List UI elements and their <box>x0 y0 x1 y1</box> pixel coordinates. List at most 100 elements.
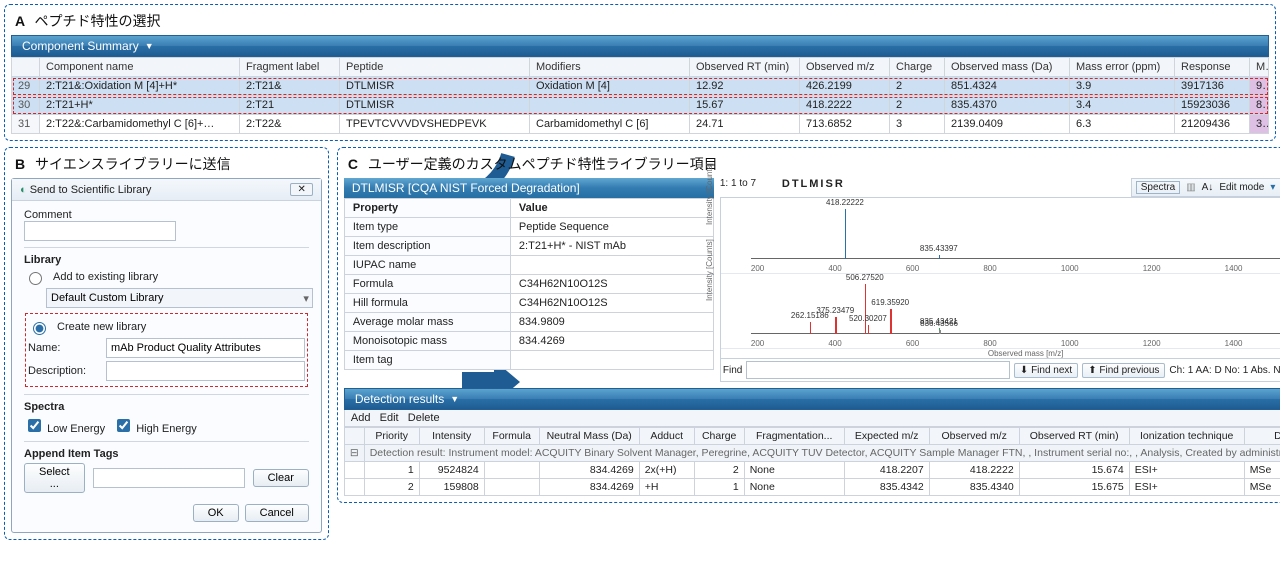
col-header[interactable] <box>12 58 40 77</box>
property-row: Item description2:T21+H* - NIST mAb <box>344 237 713 256</box>
col-header[interactable]: Fragmentation... <box>744 428 844 445</box>
comment-input[interactable] <box>24 221 176 241</box>
find-next-button[interactable]: ⬇ Find next <box>1014 363 1078 378</box>
dropdown-icon: ▼ <box>450 394 459 404</box>
find-tags: Ch: 1 AA: D No: 1 Abs. No.: 1 Sel: 7 <box>1169 365 1280 376</box>
col-header[interactable]: Modifiers <box>530 58 690 77</box>
col-header[interactable]: Observed m/z <box>929 428 1019 445</box>
col-header[interactable]: Formula <box>484 428 539 445</box>
panel-a-label: A <box>15 13 25 29</box>
col-header[interactable]: Expected m/z <box>844 428 929 445</box>
add-existing-radio[interactable] <box>29 272 42 285</box>
find-input[interactable] <box>746 361 1010 379</box>
panel-a-title: ペプチド特性の選択 <box>34 13 160 29</box>
col-header[interactable]: Fragment label <box>240 58 340 77</box>
col-header[interactable]: Observed m/z <box>800 58 890 77</box>
find-prev-button[interactable]: ⬆ Find previous <box>1082 363 1165 378</box>
select-tags-button[interactable]: Select ... <box>24 463 85 493</box>
component-summary-table: Component nameFragment labelPeptideModif… <box>11 57 1269 134</box>
col-header[interactable]: Observed RT (min) <box>1019 428 1129 445</box>
existing-library-select[interactable] <box>46 288 313 308</box>
delete-button[interactable]: Delete <box>408 412 440 424</box>
clear-tags-button[interactable]: Clear <box>253 469 309 487</box>
low-energy-check[interactable] <box>28 419 41 432</box>
col-header[interactable]: Ionization technique <box>1129 428 1244 445</box>
description-label: Description: <box>28 365 98 377</box>
panel-c: C ユーザー定義のカスタムペプチド特性ライブラリー項目 DTLMISR [CQA… <box>337 147 1280 503</box>
detection-meta-row: ⊟Detection result: Instrument model: ACQ… <box>344 445 1280 462</box>
edit-mode-label[interactable]: Edit mode <box>1219 182 1264 193</box>
library-item-bar: DTLMISR [CQA NIST Forced Degradation] <box>344 178 714 198</box>
panel-c-label: C <box>348 156 358 172</box>
detection-results-label: Detection results <box>355 392 444 406</box>
table-row[interactable]: 292:T21&:Oxidation M [4]+H*2:T21&DTLMISR… <box>12 77 1269 96</box>
globe-icon: ◐ <box>20 184 27 196</box>
create-new-radio[interactable] <box>33 322 46 335</box>
col-header[interactable]: Matched 1st Gen Primary Ions <box>1250 58 1269 77</box>
panel-c-title: ユーザー定義のカスタムペプチド特性ライブラリー項目 <box>368 156 718 172</box>
append-tags-label: Append Item Tags <box>24 448 309 460</box>
property-header: PropertyValue <box>344 199 713 218</box>
low-energy-label: Low Energy <box>47 423 105 435</box>
library-name-input[interactable] <box>106 338 305 358</box>
send-to-library-dialog: ◐ Send to Scientific Library ✕ Comment L… <box>11 178 322 533</box>
col-header[interactable]: Adduct <box>639 428 694 445</box>
library-desc-input[interactable] <box>106 361 305 381</box>
property-row: Item typePeptide Sequence <box>344 218 713 237</box>
col-header[interactable]: Mass error (ppm) <box>1070 58 1175 77</box>
col-header[interactable]: Neutral Mass (Da) <box>539 428 639 445</box>
col-header[interactable]: Component name <box>40 58 240 77</box>
seq-text: DTLMISR <box>782 178 845 197</box>
name-label: Name: <box>28 342 98 354</box>
spectra-tab[interactable]: Spectra <box>1136 181 1180 194</box>
col-header[interactable] <box>344 428 364 445</box>
tags-input[interactable] <box>93 468 245 488</box>
col-header[interactable]: Response <box>1175 58 1250 77</box>
close-icon[interactable]: ✕ <box>290 183 312 196</box>
property-row: IUPAC name <box>344 256 713 275</box>
col-header[interactable]: Priority <box>364 428 419 445</box>
dropdown-icon: ▼ <box>145 41 154 51</box>
high-energy-check[interactable] <box>117 419 130 432</box>
seq-range: 1: 1 to 7 <box>720 178 756 189</box>
spectra-viewer[interactable]: Intensity [Counts]418.22222835.433972004… <box>720 197 1280 359</box>
col-header[interactable]: Observed mass (Da) <box>945 58 1070 77</box>
property-row: Item tag <box>344 351 713 370</box>
ok-button[interactable]: OK <box>193 504 239 522</box>
find-label: Find <box>723 365 742 376</box>
component-summary-bar[interactable]: Component Summary ▼ <box>11 35 1269 57</box>
add-button[interactable]: Add <box>351 412 371 424</box>
property-row: Monoisotopic mass834.4269 <box>344 332 713 351</box>
property-table: PropertyValueItem typePeptide SequenceIt… <box>344 198 714 370</box>
high-energy-label: High Energy <box>136 423 197 435</box>
table-row[interactable]: 302:T21+H*2:T21DTLMISR15.67418.22222835.… <box>12 96 1269 115</box>
table-row[interactable]: 2159808834.4269+H1None835.4342835.434015… <box>344 479 1280 496</box>
detection-results-bar[interactable]: Detection results ▼ <box>344 388 1280 410</box>
spectra-section-label: Spectra <box>24 401 309 413</box>
col-header[interactable]: Detail <box>1244 428 1280 445</box>
table-row[interactable]: 312:T22&:Carbamidomethyl C [6]+…2:T22&TP… <box>12 115 1269 134</box>
panel-b-title: サイエンスライブラリーに送信 <box>35 156 231 172</box>
col-header[interactable]: Intensity <box>419 428 484 445</box>
col-header[interactable]: Observed RT (min) <box>690 58 800 77</box>
panel-b: B サイエンスライブラリーに送信 ◐ Send to Scientific Li… <box>4 147 329 540</box>
property-row: Average molar mass834.9809 <box>344 313 713 332</box>
detection-results-table: PriorityIntensityFormulaNeutral Mass (Da… <box>344 427 1280 496</box>
table-row[interactable]: 19524824834.42692x(+H)2None418.2207418.2… <box>344 462 1280 479</box>
detection-toolbar: Add Edit Delete <box>344 410 1280 427</box>
edit-button[interactable]: Edit <box>380 412 399 424</box>
add-existing-label: Add to existing library <box>53 271 158 283</box>
library-section-label: Library <box>24 254 309 266</box>
col-header[interactable]: Charge <box>890 58 945 77</box>
panel-a: A ペプチド特性の選択 Component Summary ▼ Componen… <box>4 4 1276 141</box>
cancel-button[interactable]: Cancel <box>245 504 309 522</box>
dialog-title: Send to Scientific Library <box>30 184 152 196</box>
comment-label: Comment <box>24 209 309 221</box>
property-row: FormulaC34H62N10O12S <box>344 275 713 294</box>
spectra-toolbar: Spectra ▥ A↓ Edit mode ▾ Default co <box>1131 178 1280 197</box>
component-summary-label: Component Summary <box>22 39 139 53</box>
col-header[interactable]: Peptide <box>340 58 530 77</box>
col-header[interactable]: Charge <box>694 428 744 445</box>
create-new-label: Create new library <box>57 321 146 333</box>
chevron-down-icon[interactable]: ▾ <box>303 292 309 305</box>
